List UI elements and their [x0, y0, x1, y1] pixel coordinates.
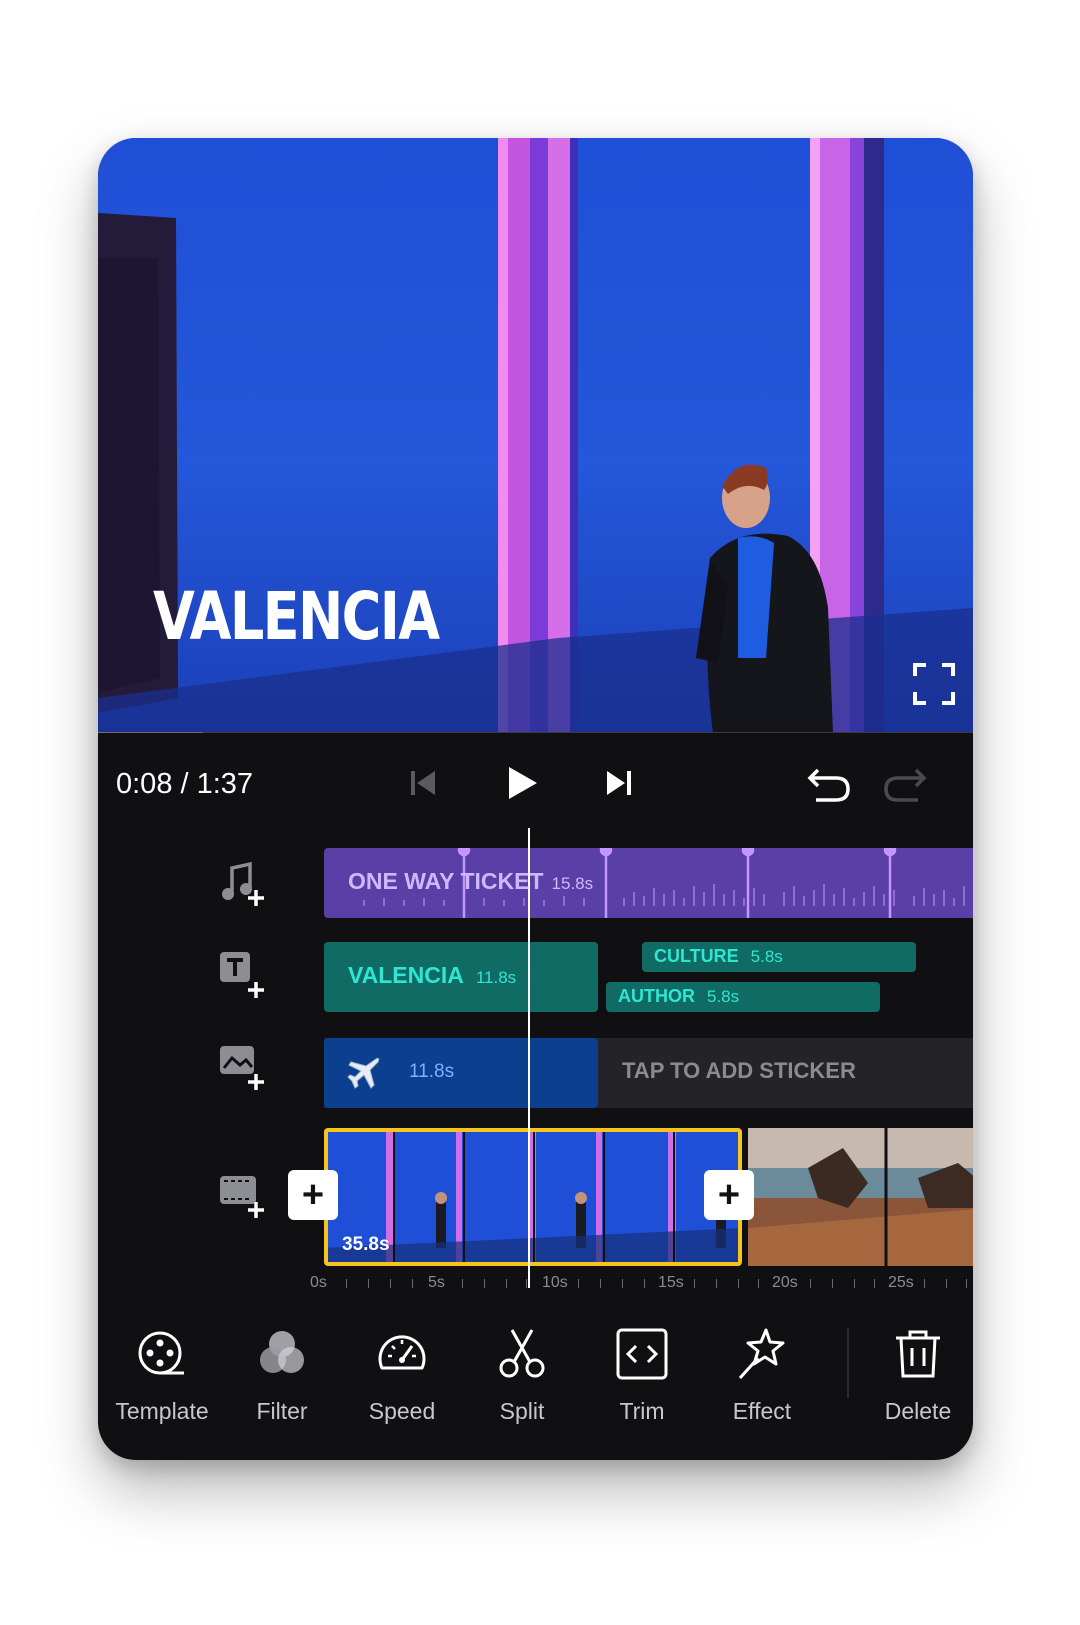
- ruler-label: 25s: [888, 1274, 914, 1288]
- undo-icon[interactable]: [804, 758, 854, 808]
- fullscreen-icon[interactable]: [912, 662, 956, 706]
- add-sticker-icon[interactable]: [218, 1040, 270, 1092]
- effect-button[interactable]: Effect: [702, 1298, 822, 1428]
- trim-icon: [616, 1328, 668, 1380]
- video-clip-beach[interactable]: [748, 1128, 973, 1266]
- airplane-icon: [347, 1057, 380, 1089]
- sticker-clip[interactable]: 11.8s: [324, 1038, 598, 1108]
- sticker-duration: 11.8s: [409, 1061, 455, 1082]
- text-clip-author[interactable]: AUTHOR 5.8s: [606, 982, 880, 1012]
- video-title-overlay[interactable]: VALENCIA: [153, 578, 440, 655]
- template-button[interactable]: Template: [102, 1298, 222, 1428]
- audio-track[interactable]: ONE WAY TICKET 15.8s: [324, 848, 973, 918]
- text-clip-label: CULTURE: [654, 946, 739, 966]
- text-clip-duration: 11.8s: [475, 968, 517, 987]
- split-label: Split: [499, 1398, 545, 1424]
- playback-progress-bar[interactable]: [98, 732, 973, 733]
- delete-label: Delete: [884, 1398, 952, 1424]
- speed-icon: [378, 1335, 426, 1370]
- skip-forward-icon[interactable]: [594, 758, 644, 808]
- add-text-icon[interactable]: [218, 948, 270, 1000]
- text-clip-label: VALENCIA: [348, 962, 464, 988]
- toolbar-divider: [847, 1328, 849, 1398]
- add-clip-before-button[interactable]: +: [288, 1170, 338, 1220]
- speed-button[interactable]: Speed: [342, 1298, 462, 1428]
- add-sticker-hint[interactable]: TAP TO ADD STICKER: [622, 1058, 856, 1084]
- timeline[interactable]: ONE WAY TICKET 15.8s VALENCIA 11.8s CULTUR…: [98, 828, 973, 1288]
- time-readout: 0:08 / 1:37: [116, 768, 254, 800]
- ruler-label: 15s: [658, 1274, 684, 1288]
- edit-toolbar: Template Filter Speed Split Trim Effect …: [98, 1298, 973, 1460]
- audio-track-title: ONE WAY TICKET: [348, 868, 544, 894]
- delete-button[interactable]: Delete: [858, 1298, 973, 1428]
- magic-wand-icon: [738, 1328, 785, 1380]
- text-clip-label: AUTHOR: [618, 986, 695, 1006]
- scissors-icon: [499, 1329, 545, 1378]
- time-ruler: 0s 5s 10s 15s 20s 25s: [98, 1268, 973, 1288]
- text-clip-duration: 5.8s: [750, 947, 783, 966]
- video-editor-window: VALENCIA 0:08 / 1:37 ONE WAY TICKET 15.8…: [98, 138, 973, 1460]
- video-clip-duration: 35.8s: [342, 1234, 390, 1255]
- skip-back-icon[interactable]: [398, 758, 448, 808]
- trim-button[interactable]: Trim: [582, 1298, 702, 1428]
- audio-track-label: ONE WAY TICKET 15.8s: [348, 868, 593, 895]
- audio-track-duration: 15.8s: [551, 874, 594, 893]
- player-controls: 0:08 / 1:37: [98, 738, 973, 828]
- template-icon: [138, 1331, 184, 1375]
- filter-label: Filter: [256, 1398, 308, 1424]
- trim-label: Trim: [619, 1398, 665, 1424]
- playhead[interactable]: [528, 828, 530, 1288]
- ruler-label: 10s: [542, 1274, 568, 1288]
- video-preview[interactable]: VALENCIA: [98, 138, 973, 733]
- template-label: Template: [115, 1398, 209, 1424]
- text-clip-valencia[interactable]: VALENCIA 11.8s: [324, 942, 598, 1012]
- speed-label: Speed: [368, 1398, 436, 1424]
- redo-icon[interactable]: [880, 758, 930, 808]
- beach-thumbnails: [748, 1128, 973, 1266]
- ruler-label: 20s: [772, 1274, 798, 1288]
- video-clip-selected[interactable]: 35.8s: [324, 1128, 742, 1266]
- add-clip-after-button[interactable]: +: [704, 1170, 754, 1220]
- add-video-icon[interactable]: [218, 1168, 270, 1220]
- text-clip-culture[interactable]: CULTURE 5.8s: [642, 942, 916, 972]
- filter-icon: [260, 1331, 304, 1373]
- ruler-label: 0s: [310, 1274, 327, 1288]
- text-clip-duration: 5.8s: [707, 987, 740, 1006]
- playback-progress-fill: [98, 732, 203, 733]
- split-button[interactable]: Split: [462, 1298, 582, 1428]
- trash-icon: [896, 1330, 940, 1378]
- add-music-icon[interactable]: [218, 856, 270, 908]
- play-icon[interactable]: [496, 758, 546, 808]
- effect-label: Effect: [732, 1398, 792, 1424]
- filter-button[interactable]: Filter: [222, 1298, 342, 1428]
- ruler-label: 5s: [428, 1274, 445, 1288]
